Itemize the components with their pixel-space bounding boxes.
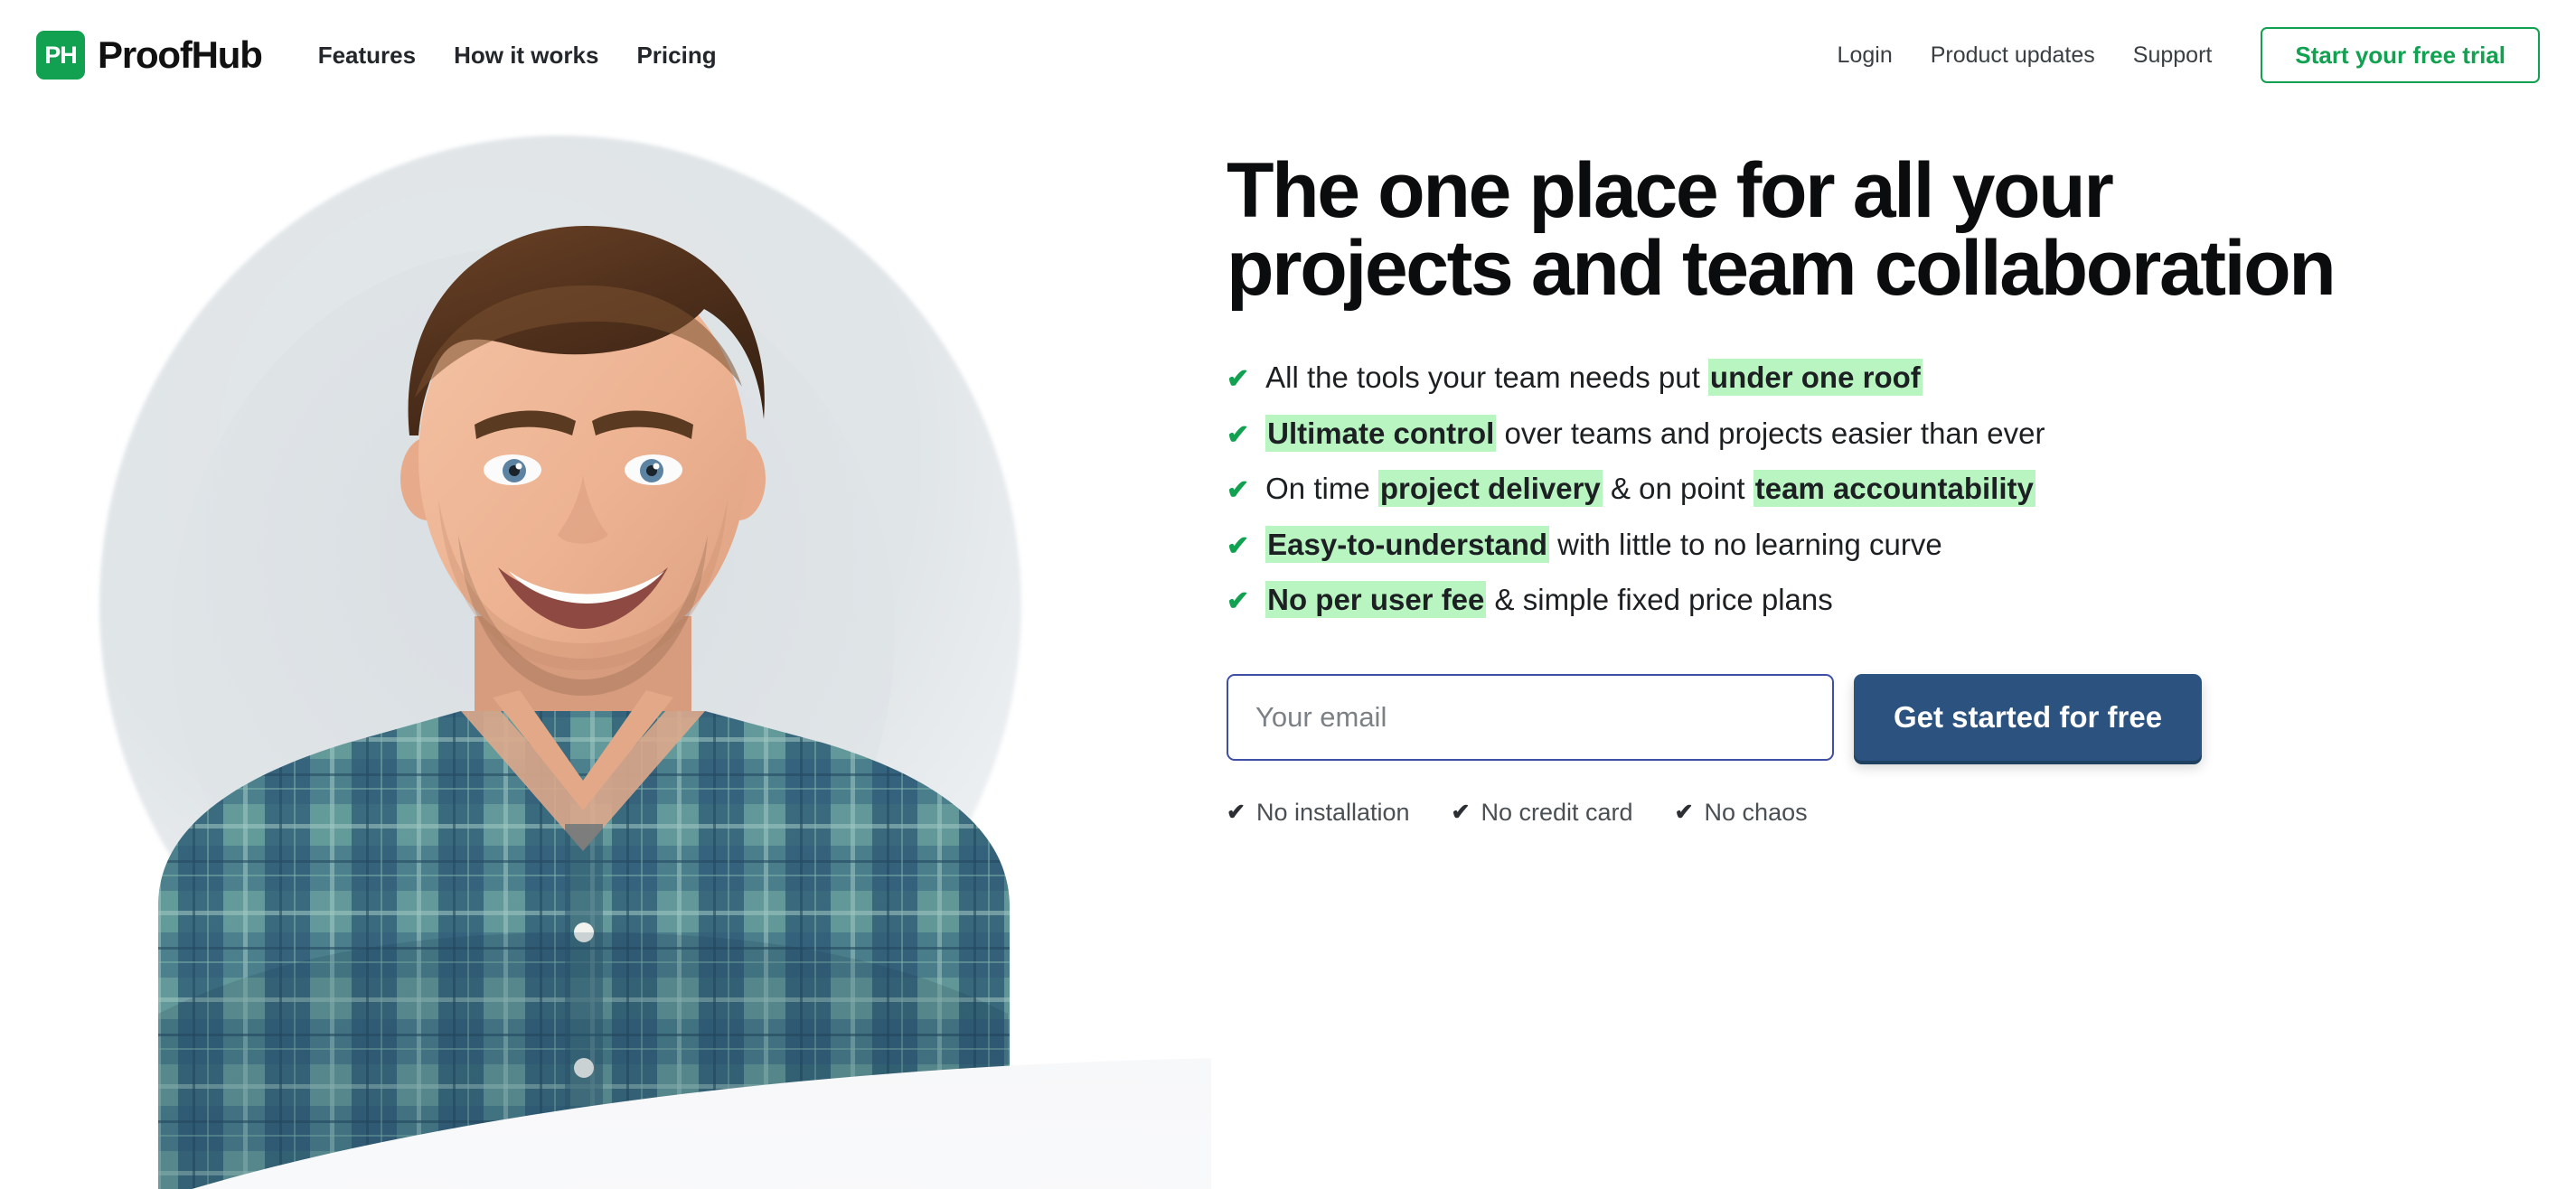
- bullet-text: On time project delivery & on point team…: [1265, 469, 2035, 509]
- logo-monogram: PH: [44, 41, 78, 69]
- hero-image-area: [0, 110, 1211, 1189]
- bullet-text: Ultimate control over teams and projects…: [1265, 414, 2045, 454]
- bullet-mid: & on point: [1602, 472, 1753, 506]
- list-item: ✔ No per user fee & simple fixed price p…: [1227, 580, 2510, 620]
- list-item: ✔ All the tools your team needs put unde…: [1227, 358, 2510, 398]
- bullet-highlight: under one roof: [1707, 359, 1923, 396]
- nav-item-product-updates[interactable]: Product updates: [1931, 42, 2095, 69]
- bullet-pre: On time: [1265, 472, 1378, 506]
- page-title: The one place for all your projects and …: [1227, 147, 2336, 312]
- trust-item-no-installation: ✔ No installation: [1227, 799, 1410, 827]
- trust-item-no-chaos: ✔ No chaos: [1675, 799, 1808, 827]
- trust-label: No chaos: [1704, 798, 1808, 826]
- check-icon: ✔: [1227, 586, 1250, 617]
- list-item: ✔ Ultimate control over teams and projec…: [1227, 414, 2510, 454]
- site-header: PH ProofHub Features How it works Pricin…: [0, 0, 2576, 110]
- check-icon: ✔: [1227, 530, 1250, 561]
- nav-item-login[interactable]: Login: [1838, 42, 1893, 69]
- check-icon: ✔: [1227, 364, 1250, 394]
- signup-form: Get started for free: [1227, 673, 2510, 761]
- brand-name: ProofHub: [98, 33, 263, 76]
- list-item: ✔ On time project delivery & on point te…: [1227, 469, 2510, 509]
- bullet-highlight: Easy-to-understand: [1265, 525, 1550, 563]
- bullet-post: & simple fixed price plans: [1486, 583, 1833, 617]
- check-icon: ✔: [1451, 800, 1471, 826]
- get-started-button[interactable]: Get started for free: [1854, 673, 2203, 761]
- check-icon: ✔: [1227, 475, 1250, 506]
- email-input[interactable]: [1227, 673, 1834, 761]
- bullet-text: No per user fee & simple fixed price pla…: [1265, 580, 1833, 620]
- hero-content: The one place for all your projects and …: [1227, 152, 2510, 827]
- primary-nav: Features How it works Pricing: [318, 42, 717, 70]
- proofhub-logo-icon: PH: [36, 31, 85, 80]
- feature-bullet-list: ✔ All the tools your team needs put unde…: [1227, 358, 2510, 620]
- check-icon: ✔: [1674, 800, 1694, 826]
- bullet-highlight: project delivery: [1377, 470, 1603, 508]
- bullet-text: All the tools your team needs put under …: [1265, 358, 1923, 398]
- nav-item-how-it-works[interactable]: How it works: [454, 42, 598, 70]
- bullet-highlight: No per user fee: [1265, 581, 1487, 619]
- trust-indicators: ✔ No installation ✔ No credit card ✔ No …: [1227, 799, 2510, 827]
- nav-item-pricing[interactable]: Pricing: [636, 42, 716, 70]
- landing-page: PH ProofHub Features How it works Pricin…: [0, 0, 2576, 1189]
- start-free-trial-button[interactable]: Start your free trial: [2261, 27, 2540, 83]
- trust-item-no-credit-card: ✔ No credit card: [1452, 799, 1633, 827]
- brand-logo[interactable]: PH ProofHub: [36, 31, 263, 80]
- bullet-pre: All the tools your team needs put: [1265, 360, 1708, 394]
- bullet-highlight: Ultimate control: [1265, 414, 1497, 452]
- trust-label: No credit card: [1481, 798, 1633, 826]
- bullet-text: Easy-to-understand with little to no lea…: [1265, 525, 1942, 565]
- trust-label: No installation: [1255, 798, 1410, 826]
- header-utility-nav: Login Product updates Support Start your…: [1838, 27, 2540, 83]
- bullet-post: over teams and projects easier than ever: [1496, 416, 2045, 450]
- check-icon: ✔: [1227, 800, 1246, 826]
- nav-item-support[interactable]: Support: [2133, 42, 2213, 69]
- nav-item-features[interactable]: Features: [318, 42, 416, 70]
- bullet-highlight-2: team accountability: [1753, 470, 2035, 508]
- check-icon: ✔: [1227, 419, 1250, 450]
- hero-photo: [158, 226, 1010, 1189]
- list-item: ✔ Easy-to-understand with little to no l…: [1227, 525, 2510, 565]
- bullet-post: with little to no learning curve: [1549, 527, 1942, 561]
